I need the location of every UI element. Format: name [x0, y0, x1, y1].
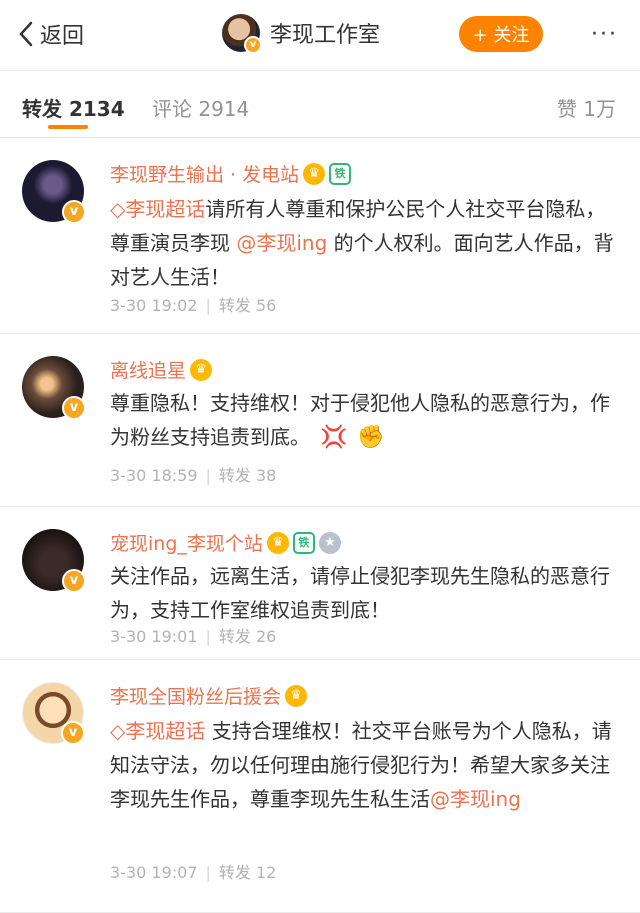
avatar[interactable]: v — [22, 160, 86, 224]
shield-badge-icon[interactable]: 铁 — [292, 531, 315, 554]
avatar[interactable]: v — [22, 682, 85, 745]
post-content: ◇李现超话请所有人尊重和保护公民个人社交平台隐私，尊重演员李现 @李现ing 的… — [110, 192, 618, 294]
user-name[interactable]: 离线追星 — [110, 356, 186, 383]
back-button[interactable]: 返回 — [18, 18, 84, 50]
fist-emoji-icon: ✊ — [357, 425, 385, 450]
post-timestamp: 3-30 19:02 — [110, 296, 198, 315]
repost-count[interactable]: 转发 38 — [219, 466, 276, 485]
verified-badge-icon: v — [62, 569, 86, 593]
post-content: ◇李现超话 支持合理维权！社交平台账号为个人隐私，请知法守法，勿以任何理由施行侵… — [110, 714, 618, 816]
crown-badge-icon[interactable]: ♛ — [285, 684, 308, 707]
post-content: 尊重隐私！支持维权！对于侵犯他人隐私的恶意行为，作为粉丝支持追责到底。 💢 ✊ — [110, 386, 618, 455]
verified-badge-icon: v — [62, 396, 86, 420]
repost-list: v 李现野生输出 · 发电站 ♛ 铁 ◇李现超话请所有人尊重和保护公民个人社交平台隐私，… — [0, 138, 640, 913]
active-tab-indicator — [48, 125, 88, 129]
avatar[interactable]: v — [222, 14, 262, 54]
meta-divider: | — [205, 466, 211, 485]
crown-badge-icon[interactable]: ♛ — [190, 358, 213, 381]
chevron-left-icon — [19, 21, 33, 47]
tab-comment[interactable]: 评论 2914 — [152, 93, 249, 122]
user-name[interactable]: 宠现ing_李现个站 — [110, 529, 263, 556]
user-name-row: 宠现ing_李现个站 ♛ 铁 ★ — [110, 529, 341, 556]
medal-badge-icon[interactable]: ★ — [318, 531, 341, 554]
shield-badge-icon[interactable]: 铁 — [329, 162, 352, 185]
repost-count[interactable]: 转发 26 — [219, 627, 276, 646]
tab-repost[interactable]: 转发 2134 — [22, 93, 125, 122]
repost-item[interactable]: v 李现野生输出 · 发电站 ♛ 铁 ◇李现超话请所有人尊重和保护公民个人社交平台隐私，… — [0, 138, 640, 334]
follow-button[interactable]: + 关注 — [459, 16, 543, 52]
avatar[interactable]: v — [22, 356, 86, 420]
crown-badge-icon[interactable]: ♛ — [303, 162, 326, 185]
tab-like[interactable]: 赞 1万 — [557, 93, 616, 122]
repost-item[interactable]: v 李现全国粉丝后援会 ♛ ◇李现超话 支持合理维权！社交平台账号为个人隐私，请知法守… — [0, 660, 640, 913]
mention-link[interactable]: @李现ing — [430, 787, 521, 811]
meta-divider: | — [205, 863, 211, 882]
top-nav-bar: 返回 v 李现工作室 + 关注 ··· — [0, 0, 640, 71]
topic-link[interactable]: ◇李现超话 — [110, 719, 205, 743]
user-name-row: 离线追星 ♛ — [110, 356, 213, 383]
back-label: 返回 — [40, 24, 85, 49]
tab-bar: 转发 2134 评论 2914 赞 1万 — [0, 71, 640, 138]
post-content: 关注作品，远离生活，请停止侵犯李现先生隐私的恶意行为，支持工作室维权追责到底！ — [110, 559, 618, 627]
more-options-icon[interactable]: ··· — [591, 22, 618, 47]
verified-badge-icon: v — [62, 200, 86, 224]
repost-count[interactable]: 转发 12 — [219, 863, 276, 882]
meta-divider: | — [205, 627, 211, 646]
post-timestamp: 3-30 18:59 — [110, 466, 198, 485]
post-timestamp: 3-30 19:07 — [110, 863, 198, 882]
repost-item[interactable]: v 宠现ing_李现个站 ♛ 铁 ★ 关注作品，远离生活，请停止侵犯李现先生隐私的恶意行为… — [0, 507, 640, 660]
profile-title[interactable]: v 李现工作室 — [222, 14, 381, 54]
post-meta: 3-30 18:59 | 转发 38 — [110, 462, 276, 486]
post-text: 关注作品，远离生活，请停止侵犯李现先生隐私的恶意行为，支持工作室维权追责到底！ — [110, 564, 610, 622]
user-name[interactable]: 李现全国粉丝后援会 — [110, 682, 281, 709]
user-name-row: 李现野生输出 · 发电站 ♛ 铁 — [110, 160, 352, 187]
post-timestamp: 3-30 19:01 — [110, 627, 198, 646]
post-meta: 3-30 19:07 | 转发 12 — [110, 859, 276, 883]
page-title: 李现工作室 — [270, 23, 381, 48]
mention-link[interactable]: @李现ing — [236, 231, 327, 255]
avatar[interactable]: v — [22, 529, 86, 593]
post-meta: 3-30 19:01 | 转发 26 — [110, 623, 276, 647]
topic-link[interactable]: ◇李现超话 — [110, 197, 205, 221]
repost-count[interactable]: 转发 56 — [219, 296, 276, 315]
repost-item[interactable]: v 离线追星 ♛ 尊重隐私！支持维权！对于侵犯他人隐私的恶意行为，作为粉丝支持追责到底… — [0, 334, 640, 507]
angry-emoji-icon: 💢 — [320, 425, 348, 450]
verified-badge-icon: v — [244, 36, 262, 54]
crown-badge-icon[interactable]: ♛ — [266, 531, 289, 554]
user-name[interactable]: 李现野生输出 · 发电站 — [110, 160, 299, 187]
meta-divider: | — [205, 296, 211, 315]
verified-badge-icon: v — [61, 721, 85, 745]
user-name-row: 李现全国粉丝后援会 ♛ — [110, 682, 308, 709]
post-meta: 3-30 19:02 | 转发 56 — [110, 292, 276, 316]
